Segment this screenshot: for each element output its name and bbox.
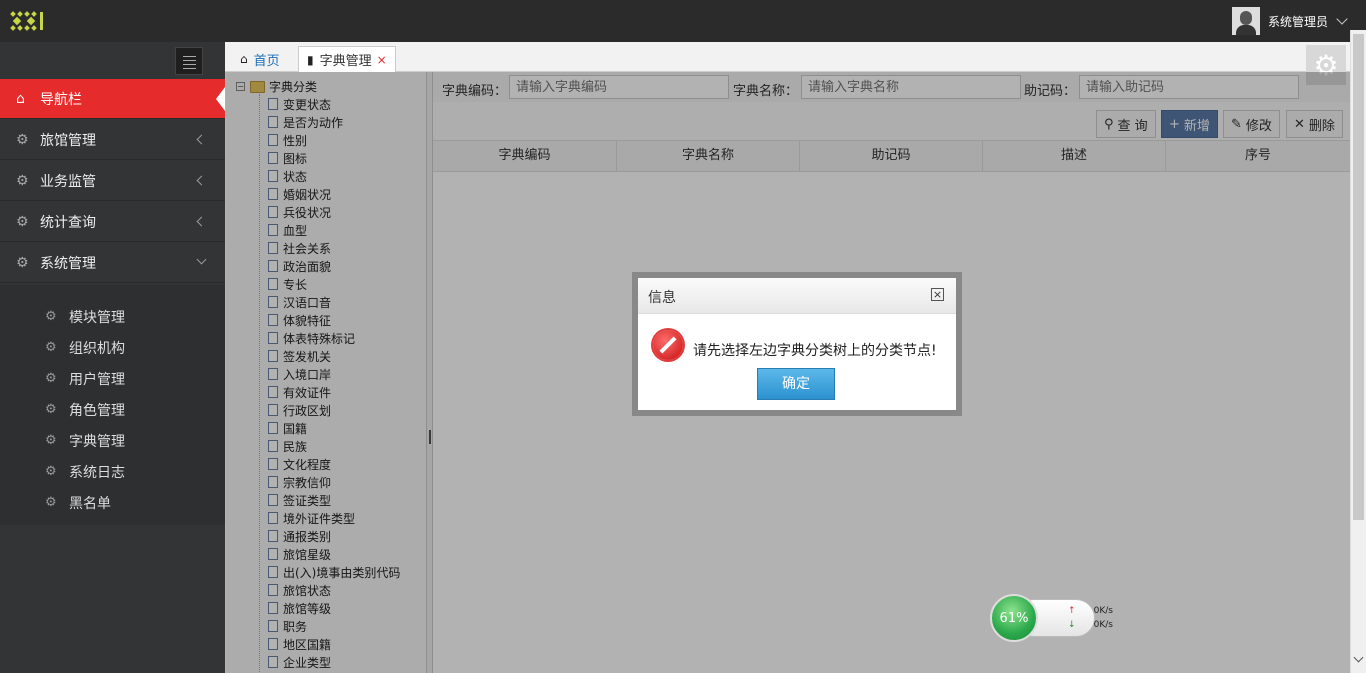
home-icon: ⌂ <box>16 90 25 107</box>
dialog-message: 请先选择左边字典分类树上的分类节点! <box>693 343 937 359</box>
ok-button[interactable]: 确定 <box>757 368 835 400</box>
sidebar-item-business[interactable]: ⚙ 业务监管 <box>0 161 225 201</box>
avatar <box>1231 7 1260 35</box>
network-speed-widget[interactable]: ↑ 0K/s ↓ 0K/s 61% <box>990 594 1113 644</box>
sidebar-item-label: 统计查询 <box>40 214 96 231</box>
sidebar-subitem-blacklist[interactable]: ⚙ 黑名单 <box>0 487 225 518</box>
chevron-down-icon <box>196 254 207 265</box>
sidebar-subitem-users[interactable]: ⚙ 用户管理 <box>0 363 225 394</box>
sidebar-subitem-roles[interactable]: ⚙ 角色管理 <box>0 394 225 425</box>
gears-icon: ⚙ <box>16 172 29 189</box>
sidebar-subitem-logs[interactable]: ⚙ 系统日志 <box>0 456 225 487</box>
chevron-left-icon <box>196 175 207 186</box>
sidebar-subitem-modules[interactable]: ⚙ 模块管理 <box>0 301 225 332</box>
arrow-up-icon: ↑ <box>1068 606 1076 616</box>
scrollbar-thumb[interactable] <box>1353 34 1364 520</box>
system-submenu: ⚙ 模块管理 ⚙ 组织机构 ⚙ 用户管理 ⚙ 角色管理 ⚙ 字典管理 ⚙ 系统日… <box>0 285 225 525</box>
download-speed: 0K/s <box>1093 620 1113 630</box>
dialog-body: 信息 × 请先选择左边字典分类树上的分类节点! 确定 <box>638 278 956 410</box>
gears-icon: ⚙ <box>45 464 57 479</box>
sidebar-subitem-label: 黑名单 <box>69 495 111 512</box>
dialog-title: 信息 <box>648 290 676 306</box>
user-name: 系统管理员 <box>1267 14 1328 29</box>
memory-usage-ball[interactable]: 61% <box>990 594 1038 642</box>
document-icon: ▮ <box>307 52 314 67</box>
scroll-down-icon[interactable] <box>1353 652 1364 663</box>
menu-toggle-button[interactable] <box>175 47 203 75</box>
sidebar-subitem-label: 角色管理 <box>69 402 125 419</box>
sidebar-subitem-label: 字典管理 <box>69 433 125 450</box>
app-logo-icon[interactable] <box>10 9 46 33</box>
tab-dictionary[interactable]: ▮ 字典管理 × <box>298 46 396 72</box>
home-icon: ⌂ <box>240 52 248 66</box>
sidebar-item-label: 系统管理 <box>40 255 96 272</box>
tab-label: 首页 <box>253 53 280 69</box>
tab-label: 字典管理 <box>319 54 372 69</box>
gears-icon: ⚙ <box>45 371 57 386</box>
top-bar: 系统管理员 <box>0 0 1366 42</box>
sidebar-item-label: 导航栏 <box>40 91 82 108</box>
tab-home[interactable]: ⌂ 首页 <box>233 46 287 72</box>
sidebar-item-nav[interactable]: ⌂ 导航栏 <box>0 79 225 119</box>
sidebar-subitem-label: 组织机构 <box>69 340 125 357</box>
arrow-down-icon: ↓ <box>1068 620 1076 630</box>
sidebar-subitem-dictionary[interactable]: ⚙ 字典管理 <box>0 425 225 456</box>
upload-speed: 0K/s <box>1093 606 1113 616</box>
gears-icon: ⚙ <box>45 309 57 324</box>
active-indicator <box>216 87 225 111</box>
chevron-left-icon <box>196 134 207 145</box>
info-dialog: 信息 × 请先选择左边字典分类树上的分类节点! 确定 <box>632 272 962 416</box>
stop-icon <box>653 330 683 360</box>
sidebar-item-stats[interactable]: ⚙ 统计查询 <box>0 202 225 242</box>
close-icon[interactable]: × <box>377 53 387 67</box>
gears-icon: ⚙ <box>16 254 29 271</box>
sidebar-subitem-label: 模块管理 <box>69 309 125 326</box>
gears-icon: ⚙ <box>16 131 29 148</box>
sidebar-item-label: 旅馆管理 <box>40 132 96 149</box>
sidebar-subitem-label: 用户管理 <box>69 371 125 388</box>
gears-icon: ⚙ <box>45 495 57 510</box>
page-scrollbar[interactable] <box>1350 30 1366 673</box>
sidebar-item-label: 业务监管 <box>40 173 96 190</box>
gears-icon: ⚙ <box>45 433 57 448</box>
sidebar-item-system[interactable]: ⚙ 系统管理 <box>0 243 225 283</box>
sidebar-subitem-org[interactable]: ⚙ 组织机构 <box>0 332 225 363</box>
gears-icon: ⚙ <box>45 340 57 355</box>
close-icon[interactable]: × <box>931 288 944 301</box>
sidebar-subitem-label: 系统日志 <box>69 464 125 481</box>
dialog-title-bar: 信息 × <box>638 278 956 314</box>
chevron-left-icon <box>196 216 207 227</box>
chevron-down-icon <box>1336 13 1348 25</box>
gears-icon: ⚙ <box>16 213 29 230</box>
sidebar-item-hotel[interactable]: ⚙ 旅馆管理 <box>0 120 225 160</box>
gears-icon: ⚙ <box>45 402 57 417</box>
user-menu[interactable]: 系统管理员 <box>1231 6 1348 36</box>
tab-bar: ⌂ 首页 ▮ 字典管理 × <box>225 42 1366 72</box>
